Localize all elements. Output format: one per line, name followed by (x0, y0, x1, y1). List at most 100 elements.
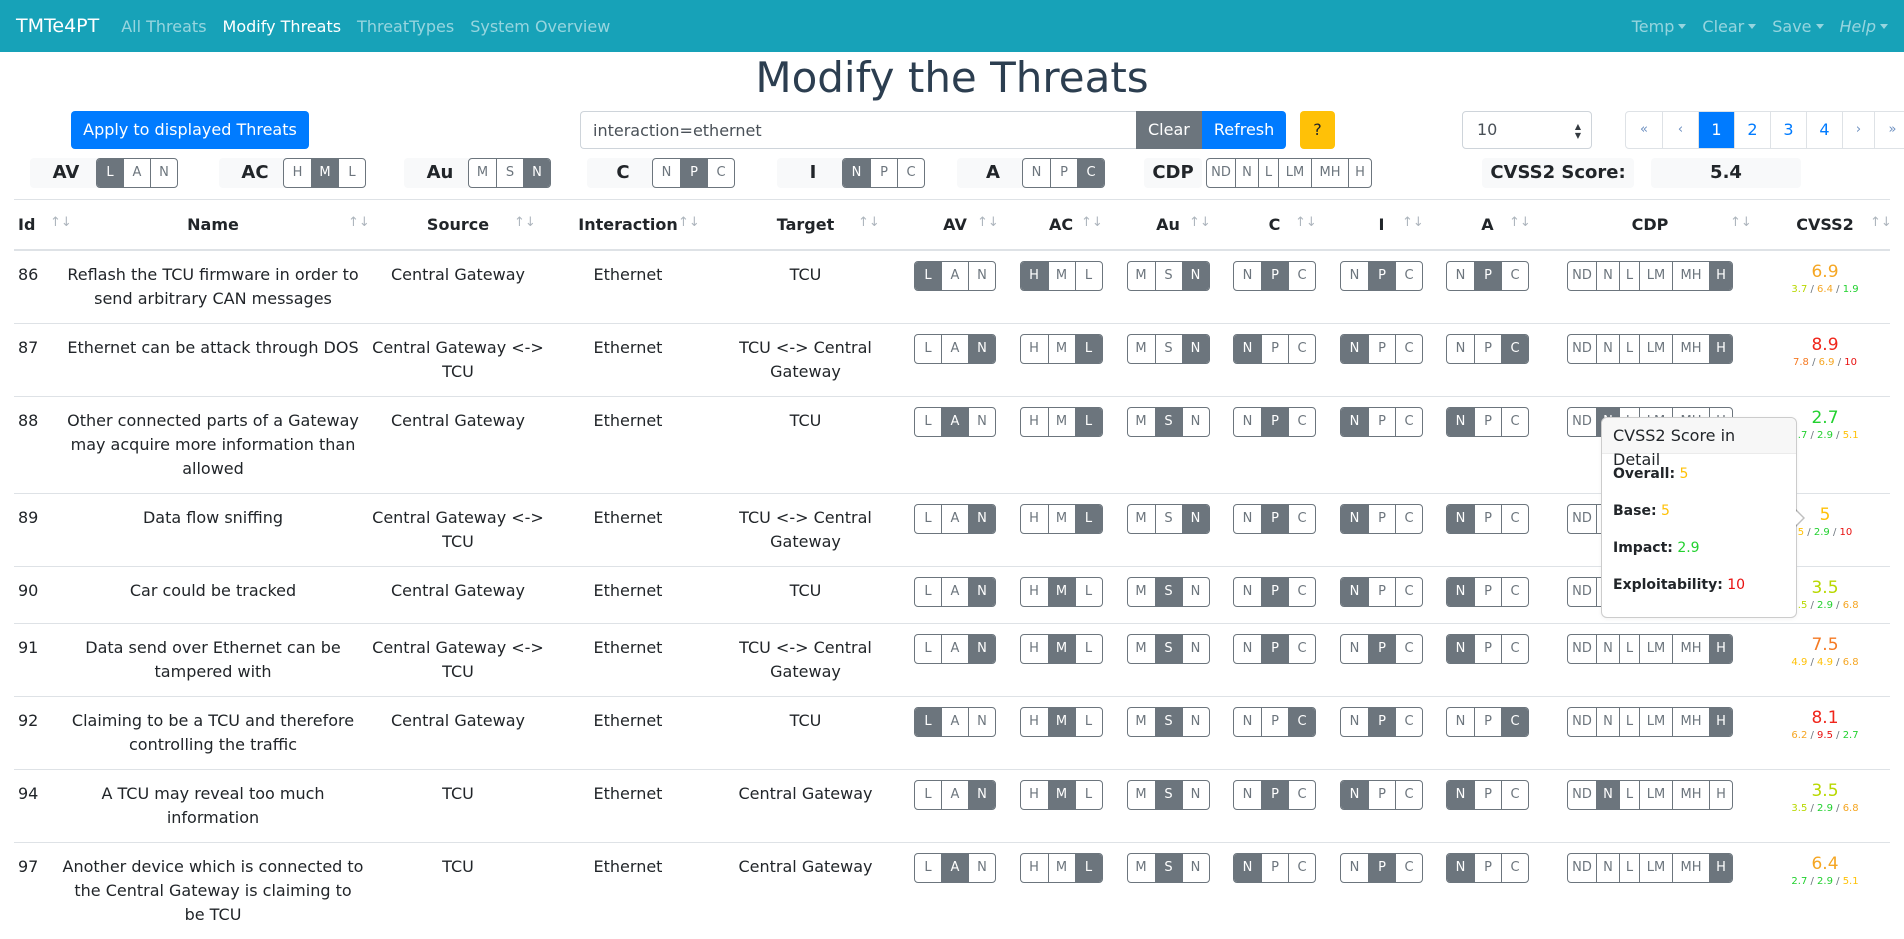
row-av-option-n[interactable]: N (968, 335, 995, 363)
row-au-option-n[interactable]: N (1182, 505, 1209, 533)
row-a-option-c[interactable]: C (1501, 335, 1528, 363)
row-ac-option-m[interactable]: M (1048, 408, 1075, 436)
sort-icon[interactable]: ↑↓ (1189, 215, 1211, 230)
row-au-option-s[interactable]: S (1155, 635, 1182, 663)
sort-icon[interactable]: ↑↓ (1295, 215, 1317, 230)
row-cdp-option-nd[interactable]: ND (1568, 854, 1596, 882)
sort-icon[interactable]: ↑↓ (1509, 215, 1531, 230)
row-cdp-option-l[interactable]: L (1619, 262, 1639, 290)
row-a-option-c[interactable]: C (1501, 635, 1528, 663)
row-cdp-option-mh[interactable]: MH (1672, 262, 1709, 290)
row-au-option-s[interactable]: S (1155, 708, 1182, 736)
filter-c-option-c[interactable]: C (707, 159, 734, 187)
nav-threat-types[interactable]: ThreatTypes (357, 17, 454, 36)
row-au-option-n[interactable]: N (1182, 578, 1209, 606)
column-header-interaction[interactable]: Interaction↑↓ (548, 200, 708, 250)
row-i-option-p[interactable]: P (1368, 578, 1395, 606)
row-a-option-n[interactable]: N (1447, 578, 1474, 606)
first-page-button[interactable]: « (1626, 112, 1662, 148)
row-cdp-option-h[interactable]: H (1709, 635, 1732, 663)
sort-icon[interactable]: ↑↓ (514, 215, 536, 230)
row-av-option-l[interactable]: L (915, 854, 941, 882)
row-c-option-c[interactable]: C (1288, 505, 1315, 533)
cvss2-score[interactable]: 6.9 (1764, 261, 1886, 283)
row-ac-option-m[interactable]: M (1048, 505, 1075, 533)
row-cdp-option-lm[interactable]: LM (1639, 335, 1672, 363)
row-a-option-n[interactable]: N (1447, 505, 1474, 533)
row-ac-option-l[interactable]: L (1075, 854, 1102, 882)
row-i-option-p[interactable]: P (1368, 262, 1395, 290)
row-i-option-p[interactable]: P (1368, 781, 1395, 809)
row-i-option-p[interactable]: P (1368, 505, 1395, 533)
row-cdp-option-h[interactable]: H (1709, 335, 1732, 363)
cell-cvss2[interactable]: 6.42.7 / 2.9 / 5.1 (1760, 843, 1890, 939)
page-3-button[interactable]: 3 (1770, 112, 1806, 148)
row-cdp-option-lm[interactable]: LM (1639, 635, 1672, 663)
filter-ac-option-h[interactable]: H (284, 159, 311, 187)
row-c-option-p[interactable]: P (1261, 708, 1288, 736)
row-c-option-c[interactable]: C (1288, 635, 1315, 663)
cell-cvss2[interactable]: 8.97.8 / 6.9 / 10 (1760, 324, 1890, 397)
nav-system-overview[interactable]: System Overview (470, 17, 610, 36)
row-cdp-option-nd[interactable]: ND (1568, 262, 1596, 290)
sort-icon[interactable]: ↑↓ (977, 215, 999, 230)
filter-i-option-p[interactable]: P (870, 159, 897, 187)
row-cdp-option-lm[interactable]: LM (1639, 854, 1672, 882)
row-au-option-s[interactable]: S (1155, 854, 1182, 882)
row-av-option-l[interactable]: L (915, 708, 941, 736)
row-c-option-p[interactable]: P (1261, 262, 1288, 290)
row-c-option-p[interactable]: P (1261, 781, 1288, 809)
row-c-option-c[interactable]: C (1288, 854, 1315, 882)
row-a-option-p[interactable]: P (1474, 335, 1501, 363)
row-ac-option-l[interactable]: L (1075, 708, 1102, 736)
row-a-option-n[interactable]: N (1447, 262, 1474, 290)
row-i-option-p[interactable]: P (1368, 635, 1395, 663)
row-av-option-l[interactable]: L (915, 635, 941, 663)
row-av-option-a[interactable]: A (941, 335, 968, 363)
row-cdp-option-nd[interactable]: ND (1568, 505, 1596, 533)
row-i-option-p[interactable]: P (1368, 708, 1395, 736)
row-av-option-a[interactable]: A (941, 262, 968, 290)
row-ac-option-l[interactable]: L (1075, 578, 1102, 606)
page-size-select[interactable]: 10 ▲▼ (1462, 111, 1592, 149)
filter-c-option-n[interactable]: N (653, 159, 680, 187)
row-cdp-option-h[interactable]: H (1709, 854, 1732, 882)
row-au-option-m[interactable]: M (1128, 408, 1155, 436)
row-ac-option-l[interactable]: L (1075, 335, 1102, 363)
row-ac-option-h[interactable]: H (1021, 505, 1048, 533)
cvss2-score[interactable]: 8.1 (1764, 707, 1886, 729)
clear-search-button[interactable]: Clear (1136, 111, 1202, 149)
row-a-option-c[interactable]: C (1501, 262, 1528, 290)
column-header-au[interactable]: Au↑↓ (1115, 200, 1221, 250)
row-c-option-n[interactable]: N (1234, 854, 1261, 882)
cvss2-score[interactable]: 6.4 (1764, 853, 1886, 875)
row-a-option-p[interactable]: P (1474, 408, 1501, 436)
row-cdp-option-n[interactable]: N (1596, 854, 1619, 882)
row-c-option-n[interactable]: N (1234, 708, 1261, 736)
row-cdp-option-l[interactable]: L (1619, 635, 1639, 663)
row-a-option-c[interactable]: C (1501, 708, 1528, 736)
row-c-option-c[interactable]: C (1288, 262, 1315, 290)
sort-icon[interactable]: ↑↓ (1081, 215, 1103, 230)
row-av-option-a[interactable]: A (941, 578, 968, 606)
row-ac-option-m[interactable]: M (1048, 578, 1075, 606)
row-av-option-n[interactable]: N (968, 781, 995, 809)
page-4-button[interactable]: 4 (1806, 112, 1842, 148)
row-ac-option-m[interactable]: M (1048, 635, 1075, 663)
row-au-option-n[interactable]: N (1182, 335, 1209, 363)
row-c-option-p[interactable]: P (1261, 335, 1288, 363)
row-cdp-option-h[interactable]: H (1709, 262, 1732, 290)
filter-au-option-m[interactable]: M (469, 159, 496, 187)
row-a-option-p[interactable]: P (1474, 635, 1501, 663)
row-au-option-s[interactable]: S (1155, 408, 1182, 436)
apply-to-displayed-button[interactable]: Apply to displayed Threats (71, 111, 309, 149)
row-c-option-c[interactable]: C (1288, 781, 1315, 809)
row-ac-option-h[interactable]: H (1021, 578, 1048, 606)
row-cdp-option-n[interactable]: N (1596, 781, 1619, 809)
row-av-option-l[interactable]: L (915, 505, 941, 533)
row-a-option-c[interactable]: C (1501, 505, 1528, 533)
cvss2-score[interactable]: 8.9 (1764, 334, 1886, 356)
row-ac-option-h[interactable]: H (1021, 708, 1048, 736)
row-cdp-option-l[interactable]: L (1619, 781, 1639, 809)
filter-ac-option-m[interactable]: M (311, 159, 338, 187)
